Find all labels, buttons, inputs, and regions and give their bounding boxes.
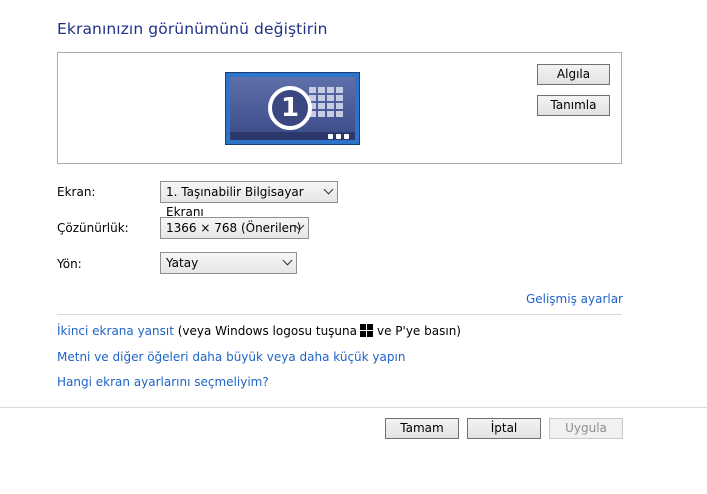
advanced-settings-link[interactable]: Gelişmiş ayarlar bbox=[526, 292, 623, 306]
resolution-select[interactable]: 1366 × 768 (Önerilen) bbox=[160, 217, 309, 239]
monitor-taskbar bbox=[230, 132, 355, 140]
project-second-screen-link[interactable]: İkinci ekrana yansıt bbox=[57, 324, 174, 338]
orientation-label: Yön: bbox=[57, 257, 82, 271]
apply-button[interactable]: Uygula bbox=[549, 418, 623, 439]
cancel-button[interactable]: İptal bbox=[467, 418, 541, 439]
chevron-down-icon bbox=[323, 184, 334, 195]
project-hint-suffix: ve P'ye basın) bbox=[377, 324, 461, 338]
display-select[interactable]: 1. Taşınabilir Bilgisayar Ekranı bbox=[160, 181, 338, 219]
display-label: Ekran: bbox=[57, 185, 96, 199]
monitor-screen: 1 bbox=[230, 77, 355, 140]
project-hint-prefix: (veya Windows logosu tuşuna bbox=[173, 324, 357, 338]
identify-button[interactable]: Tanımla bbox=[537, 95, 610, 116]
project-line: İkinci ekrana yansıt (veya Windows logos… bbox=[57, 324, 461, 338]
detect-button[interactable]: Algıla bbox=[537, 64, 610, 85]
windows-logo-icon bbox=[360, 324, 373, 337]
chevron-down-icon bbox=[282, 255, 293, 266]
resolution-select-value: 1366 × 768 (Önerilen) bbox=[166, 221, 302, 235]
section-divider bbox=[57, 314, 622, 315]
orientation-select-value: Yatay bbox=[166, 256, 199, 270]
which-settings-link[interactable]: Hangi ekran ayarlarını seçmeliyim? bbox=[57, 375, 269, 389]
resolution-label: Çözünürlük: bbox=[57, 221, 129, 235]
display-preview: 1 Algıla Tanımla bbox=[57, 52, 622, 164]
page-title: Ekranınızın görünümünü değiştirin bbox=[57, 20, 328, 38]
text-size-link[interactable]: Metni ve diğer öğeleri daha büyük veya d… bbox=[57, 350, 405, 364]
display-select-value: 1. Taşınabilir Bilgisayar Ekranı bbox=[166, 185, 304, 219]
taskbar-dots-icon bbox=[328, 134, 349, 139]
start-tiles-icon bbox=[309, 87, 343, 117]
footer-divider bbox=[0, 407, 707, 408]
monitor-1-thumbnail[interactable]: 1 bbox=[225, 72, 360, 145]
ok-button[interactable]: Tamam bbox=[385, 418, 459, 439]
orientation-select[interactable]: Yatay bbox=[160, 252, 297, 274]
monitor-number-badge: 1 bbox=[268, 86, 312, 130]
